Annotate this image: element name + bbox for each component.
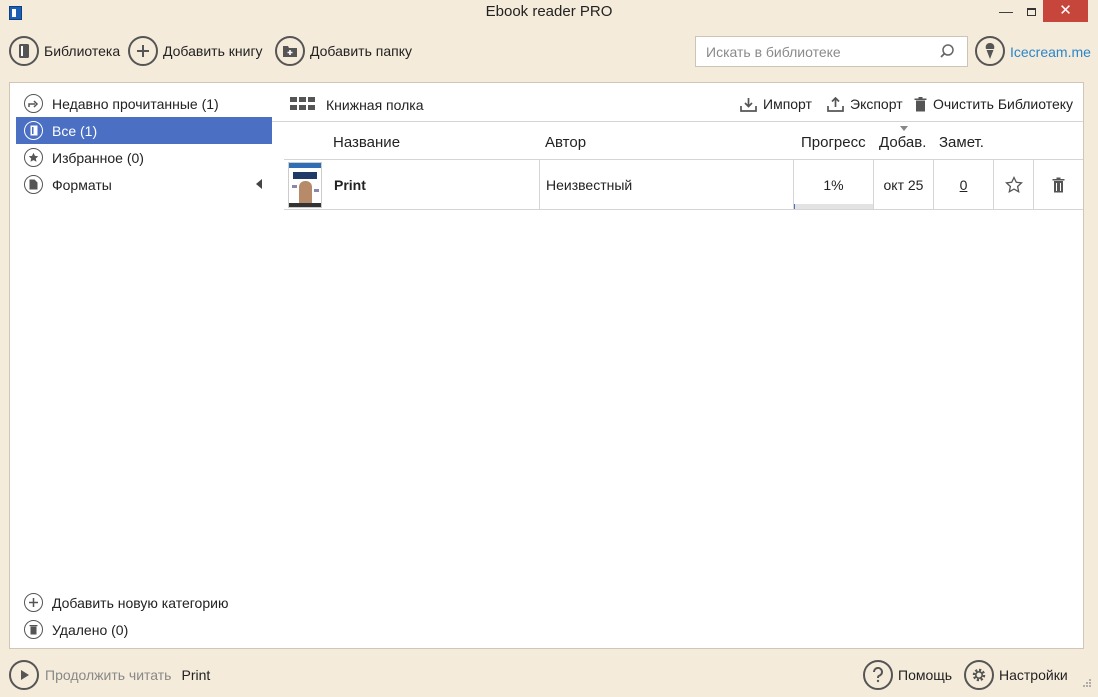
library-button[interactable]: Библиотека xyxy=(9,34,120,68)
add-book-label: Добавить книгу xyxy=(163,43,263,59)
book-notes-cell: 0 xyxy=(933,160,993,209)
sidebar-item-label: Избранное (0) xyxy=(52,149,144,166)
progress-bar xyxy=(794,204,874,209)
gear-icon xyxy=(964,660,994,690)
continue-reading-label: Продолжить читать xyxy=(45,667,172,683)
upload-icon xyxy=(827,96,844,112)
help-button[interactable]: Помощь xyxy=(863,659,952,691)
book-cover[interactable] xyxy=(288,162,322,208)
sidebar-item-label: Форматы xyxy=(52,176,112,193)
book-added-cell: окт 25 xyxy=(873,160,933,209)
resize-grip-icon[interactable] xyxy=(1082,678,1092,688)
recent-icon xyxy=(24,94,43,113)
continue-book-title[interactable]: Print xyxy=(181,667,210,683)
expand-arrow-icon[interactable] xyxy=(256,179,262,189)
clear-library-label: Очистить Библиотеку xyxy=(933,96,1074,112)
import-label: Импорт xyxy=(763,96,812,112)
minimize-button[interactable]: — xyxy=(993,0,1019,22)
column-author[interactable]: Автор xyxy=(545,134,586,151)
trash-icon[interactable] xyxy=(1052,177,1065,193)
close-button[interactable]: ✕ xyxy=(1043,0,1088,22)
column-added[interactable]: Добав. xyxy=(879,134,926,151)
file-icon xyxy=(24,175,43,194)
column-title[interactable]: Название xyxy=(333,134,400,151)
book-author-cell: Неизвестный xyxy=(539,160,793,209)
star-icon[interactable] xyxy=(1004,175,1023,194)
window-title: Ebook reader PRO xyxy=(485,3,613,20)
add-folder-button[interactable]: Добавить папку xyxy=(275,34,412,68)
notes-count-link[interactable]: 0 xyxy=(960,177,968,193)
export-button[interactable]: Экспорт xyxy=(827,95,903,113)
maximize-button[interactable] xyxy=(1019,0,1043,22)
star-icon xyxy=(24,148,43,167)
icecream-icon xyxy=(975,36,1005,66)
export-label: Экспорт xyxy=(850,96,903,112)
add-folder-label: Добавить папку xyxy=(310,43,412,59)
deleted-label: Удалено (0) xyxy=(52,621,129,638)
search-box xyxy=(695,36,968,67)
book-progress-cell: 1% xyxy=(793,160,874,209)
add-book-button[interactable]: Добавить книгу xyxy=(128,34,263,68)
settings-button[interactable]: Настройки xyxy=(964,659,1068,691)
sidebar: Недавно прочитанные (1) Все (1) Избранно… xyxy=(9,82,273,649)
delete-cell xyxy=(1033,160,1083,209)
title-bar: Ebook reader PRO — ✕ xyxy=(0,0,1098,26)
library-label: Библиотека xyxy=(44,43,121,59)
add-category-button[interactable]: Добавить новую категорию xyxy=(16,589,272,616)
download-icon xyxy=(740,97,757,112)
shelf-view-label[interactable]: Книжная полка xyxy=(326,97,424,113)
bottom-bar: Продолжить читать Print Помощь Настройки xyxy=(0,657,1098,693)
book-title[interactable]: Print xyxy=(334,177,366,193)
sidebar-item-label: Все (1) xyxy=(52,122,98,139)
plus-icon xyxy=(128,36,158,66)
import-button[interactable]: Импорт xyxy=(740,95,812,113)
continue-reading-button[interactable]: Продолжить читать Print xyxy=(9,659,210,691)
book-added: окт 25 xyxy=(883,176,924,193)
table-row[interactable]: Print Неизвестный 1% окт 25 0 xyxy=(284,159,1083,210)
clear-library-button[interactable]: Очистить Библиотеку xyxy=(914,95,1073,113)
sidebar-item-all[interactable]: Все (1) xyxy=(16,117,272,144)
library-panel: Книжная полка Импорт Экспорт Очистить Би… xyxy=(272,82,1084,649)
plus-icon xyxy=(24,593,43,612)
settings-label: Настройки xyxy=(999,667,1068,683)
add-category-label: Добавить новую категорию xyxy=(52,594,229,611)
sidebar-item-formats[interactable]: Форматы xyxy=(16,171,272,198)
book-title-cell: Print xyxy=(334,160,539,209)
maximize-icon xyxy=(1026,8,1036,16)
grid-view-icon[interactable] xyxy=(290,97,316,110)
search-icon[interactable] xyxy=(939,43,955,59)
favorite-cell xyxy=(993,160,1033,209)
sidebar-item-recent[interactable]: Недавно прочитанные (1) xyxy=(16,90,272,117)
help-icon xyxy=(863,660,893,690)
shelf-bar: Книжная полка Импорт Экспорт Очистить Би… xyxy=(272,83,1083,122)
help-label: Помощь xyxy=(898,667,953,683)
toolbar: Библиотека Добавить книгу Добавить папку… xyxy=(0,34,1098,70)
play-icon xyxy=(9,660,39,690)
search-input[interactable] xyxy=(696,37,926,66)
column-notes[interactable]: Замет. xyxy=(939,134,984,151)
icecream-link[interactable]: Icecream.me xyxy=(1010,44,1091,60)
progress-fill xyxy=(794,204,795,209)
book-progress: 1% xyxy=(823,176,844,193)
trash-icon xyxy=(914,96,927,111)
sidebar-item-favorites[interactable]: Избранное (0) xyxy=(16,144,272,171)
sidebar-item-label: Недавно прочитанные (1) xyxy=(52,95,219,112)
trash-icon xyxy=(24,620,43,639)
book-author: Неизвестный xyxy=(546,176,633,193)
sidebar-item-deleted[interactable]: Удалено (0) xyxy=(16,616,272,643)
table-header: Название Автор Прогресс Добав. Замет. xyxy=(272,128,1083,158)
library-icon xyxy=(9,36,39,66)
book-icon xyxy=(24,121,43,140)
icecream-logo[interactable] xyxy=(975,34,1005,68)
folder-plus-icon xyxy=(275,36,305,66)
sort-arrow-icon xyxy=(900,126,908,131)
column-progress[interactable]: Прогресс xyxy=(801,134,866,151)
